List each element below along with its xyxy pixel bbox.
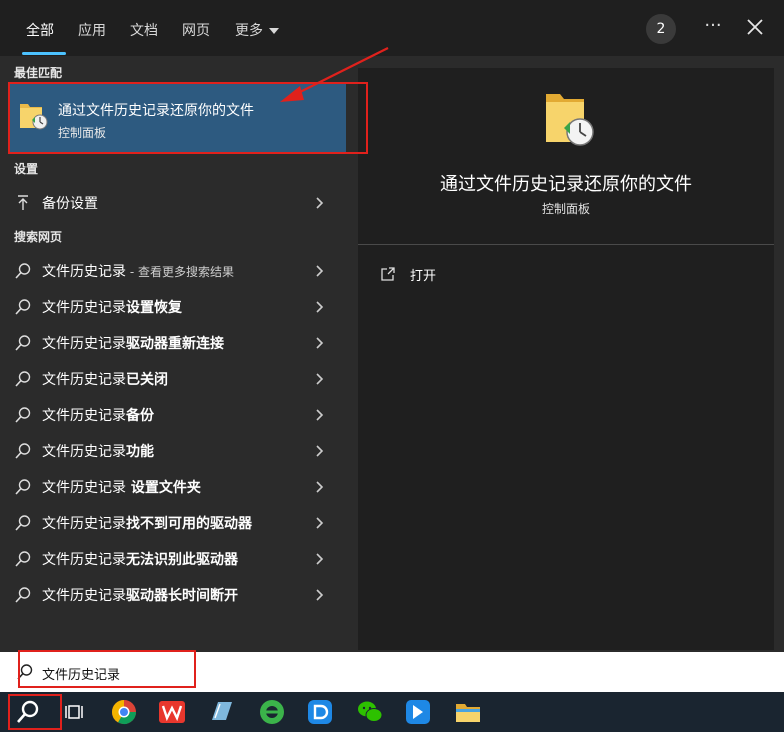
web-result-suggestion: 已关闭 (126, 372, 168, 388)
feishu-icon[interactable] (402, 696, 434, 728)
preview-pane: 通过文件历史记录还原你的文件 控制面板 打开 (358, 68, 774, 650)
web-result-query: 文件历史记录 (42, 408, 126, 424)
chrome-icon[interactable] (108, 696, 140, 728)
web-result-query: 文件历史记录 (42, 372, 126, 388)
rewards-badge[interactable]: 2 (646, 14, 676, 44)
chevron-right-icon (314, 515, 326, 529)
taskbar (0, 692, 784, 732)
web-result-label: 文件历史记录已关闭 (42, 369, 168, 389)
settings-item-backup[interactable]: 备份设置 (0, 185, 346, 219)
tab-documents[interactable]: 文档 (130, 20, 158, 40)
web-result-suggestion: 驱动器重新连接 (126, 336, 224, 352)
settings-item-label: 备份设置 (42, 196, 98, 212)
web-result-label: 文件历史记录驱动器长时间断开 (42, 585, 238, 605)
chevron-right-icon (314, 587, 326, 601)
chevron-right-icon (314, 335, 326, 349)
tab-all[interactable]: 全部 (26, 20, 54, 40)
ellipsis-icon[interactable]: ··· (700, 16, 726, 40)
section-best-match: 最佳匹配 (14, 66, 63, 80)
chevron-right-icon (314, 371, 326, 385)
web-result-label: 文件历史记录找不到可用的驱动器 (42, 513, 252, 533)
web-result-label: 文件历史记录驱动器重新连接 (42, 333, 224, 353)
web-result-item[interactable]: 文件历史记录无法识别此驱动器 (0, 541, 346, 575)
wps-icon[interactable] (156, 696, 188, 728)
notepad-icon[interactable] (206, 696, 238, 728)
web-result-suggestion: 无法识别此驱动器 (126, 552, 238, 568)
task-view-icon[interactable] (60, 696, 92, 728)
annotation-arrow-icon (280, 47, 389, 102)
wechat-icon[interactable] (354, 696, 386, 728)
tab-web[interactable]: 网页 (182, 20, 210, 40)
search-icon (14, 586, 32, 604)
open-label: 打开 (410, 269, 437, 284)
web-result-item[interactable]: 文件历史记录已关闭 (0, 361, 346, 395)
web-result-label: 文件历史记录设置恢复 (42, 297, 182, 317)
web-result-extra: - 查看更多搜索结果 (126, 265, 234, 279)
web-result-query: 文件历史记录 (42, 552, 126, 568)
open-button[interactable]: 打开 (380, 264, 500, 288)
upload-arrow-icon (14, 194, 32, 212)
chevron-right-icon (314, 443, 326, 457)
annotation-highlight-search-button (8, 694, 62, 730)
section-settings: 设置 (14, 162, 39, 176)
web-result-item[interactable]: 文件历史记录驱动器重新连接 (0, 325, 346, 359)
chevron-right-icon (314, 299, 326, 313)
chevron-right-icon (314, 407, 326, 421)
web-result-query: 文件历史记录 (42, 336, 126, 352)
web-result-item[interactable]: 文件历史记录驱动器长时间断开 (0, 577, 346, 611)
web-result-query: 文件历史记录 (42, 516, 126, 532)
divider (358, 244, 774, 245)
section-web-search: 搜索网页 (14, 230, 63, 244)
web-result-query: 文件历史记录 (42, 264, 126, 280)
chevron-right-icon (314, 263, 326, 277)
preview-title: 通过文件历史记录还原你的文件 (440, 174, 692, 195)
web-result-item[interactable]: 文件历史记录备份 (0, 397, 346, 431)
web-result-label: 文件历史记录备份 (42, 405, 154, 425)
tab-apps[interactable]: 应用 (78, 20, 106, 40)
search-icon (14, 262, 32, 280)
web-result-item[interactable]: 文件历史记录 设置文件夹 (0, 469, 346, 503)
search-icon (14, 550, 32, 568)
file-history-folder-icon (542, 88, 598, 154)
web-result-item[interactable]: 文件历史记录 - 查看更多搜索结果 (0, 253, 346, 287)
web-result-suggestion: 备份 (126, 408, 154, 424)
ie-browser-icon[interactable] (256, 696, 288, 728)
active-tab-indicator (22, 52, 66, 55)
chevron-right-icon (314, 551, 326, 565)
web-result-label: 文件历史记录无法识别此驱动器 (42, 549, 238, 569)
web-result-suggestion: 找不到可用的驱动器 (126, 516, 252, 532)
open-external-icon (380, 266, 396, 286)
web-result-suggestion: 设置文件夹 (126, 480, 201, 496)
web-result-item[interactable]: 文件历史记录设置恢复 (0, 289, 346, 323)
close-icon[interactable] (742, 14, 768, 40)
web-result-item[interactable]: 文件历史记录功能 (0, 433, 346, 467)
d-app-icon[interactable] (304, 696, 336, 728)
tab-more-label: 更多 (235, 23, 263, 39)
preview-subtitle: 控制面板 (541, 202, 590, 216)
chevron-right-icon (314, 195, 326, 209)
web-result-query: 文件历史记录 (42, 300, 126, 316)
tab-more[interactable]: 更多 (235, 20, 279, 40)
search-icon (14, 298, 32, 316)
search-icon (14, 478, 32, 496)
web-result-query: 文件历史记录 (42, 588, 126, 604)
web-result-query: 文件历史记录 (42, 480, 126, 496)
search-icon (14, 406, 32, 424)
file-explorer-icon[interactable] (452, 696, 484, 728)
web-result-label: 文件历史记录功能 (42, 441, 154, 461)
web-result-label: 文件历史记录 - 查看更多搜索结果 (42, 261, 234, 281)
annotation-highlight-search-box (18, 650, 196, 688)
search-icon (14, 514, 32, 532)
chevron-down-icon (269, 28, 279, 34)
web-result-item[interactable]: 文件历史记录找不到可用的驱动器 (0, 505, 346, 539)
search-icon (14, 442, 32, 460)
web-result-suggestion: 功能 (126, 444, 154, 460)
chevron-right-icon (314, 479, 326, 493)
search-icon (14, 370, 32, 388)
search-icon (14, 334, 32, 352)
web-result-suggestion: 驱动器长时间断开 (126, 588, 238, 604)
web-result-suggestion: 设置恢复 (126, 300, 182, 316)
web-result-query: 文件历史记录 (42, 444, 126, 460)
web-result-label: 文件历史记录 设置文件夹 (42, 477, 201, 497)
